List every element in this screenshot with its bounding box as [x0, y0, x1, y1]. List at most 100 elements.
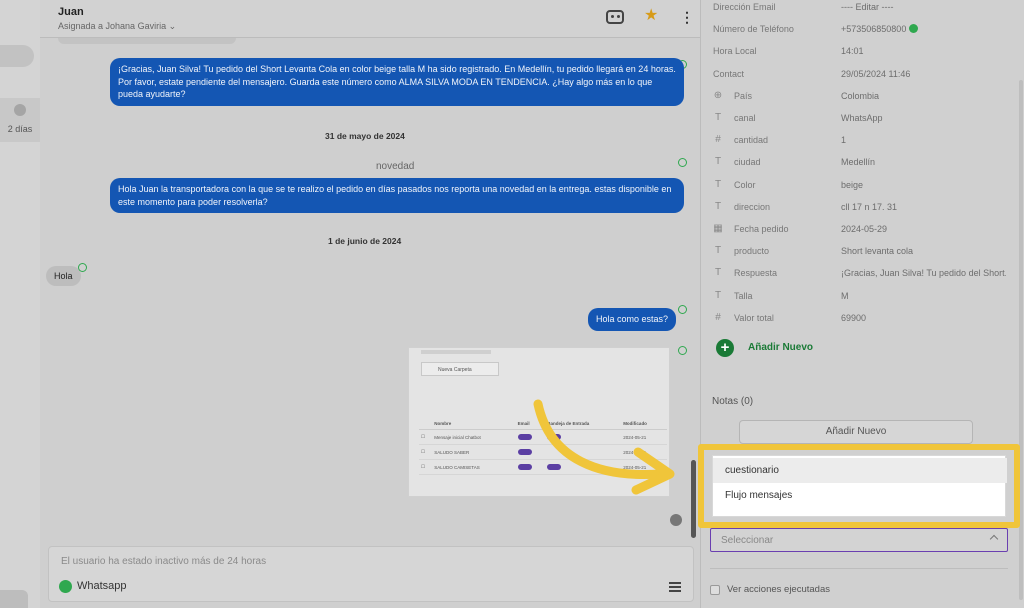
menu-icon[interactable]: [669, 582, 681, 584]
field-label: Número de Teléfono: [713, 24, 794, 35]
field-value[interactable]: beige: [841, 180, 863, 190]
agent-avatar-icon: [670, 514, 682, 526]
field-label: Respuesta: [734, 268, 778, 279]
text-icon: T: [714, 178, 722, 190]
hash-icon: #: [715, 134, 721, 146]
field-value[interactable]: +573506850800: [841, 24, 919, 34]
field-value-text: 69900: [841, 312, 867, 323]
chat-header: Juan Asignada a Johana Gaviria ⌄ ★ ⋮: [40, 0, 700, 38]
contact-field-row[interactable]: Contact 29/05/2024 11:46: [701, 67, 1011, 87]
contact-field-row[interactable]: ▦ Fecha pedido 2024-05-29: [701, 222, 1011, 242]
field-value-text: ¡Gracias, Juan Silva! Tu pedido del Shor…: [841, 268, 1006, 279]
field-label: Fecha pedido: [734, 224, 789, 234]
contact-field-row[interactable]: # Valor total 69900: [701, 311, 1011, 331]
field-value[interactable]: Short levanta cola: [841, 246, 913, 256]
field-value[interactable]: Medellín: [841, 157, 875, 167]
contact-field-row[interactable]: T Respuesta ¡Gracias, Juan Silva! Tu pedid…: [701, 266, 1011, 286]
field-value[interactable]: 29/05/2024 11:46: [841, 69, 910, 79]
add-note-button[interactable]: Añadir Nuevo: [739, 420, 973, 444]
field-label: Contact: [713, 68, 745, 79]
contact-field-row[interactable]: # cantidad 1: [701, 133, 1011, 153]
whatsapp-status-icon: [678, 158, 687, 167]
field-value[interactable]: ---- Editar ----: [841, 2, 894, 12]
verified-check-icon: [909, 24, 919, 34]
field-label: producto: [734, 246, 770, 257]
text-icon: T: [714, 156, 722, 168]
field-value[interactable]: 14:01: [841, 46, 864, 56]
more-options-icon[interactable]: ⋮: [680, 9, 694, 25]
field-label: Color: [734, 179, 756, 190]
image-table-row: ☐ SALUDO CAMISETAS 2024-05-21: [419, 459, 667, 475]
whatsapp-icon: [59, 580, 72, 593]
field-value[interactable]: M: [841, 291, 849, 301]
image-col-header: Bandeja de Entrada: [545, 418, 622, 430]
assigned-agent-dropdown[interactable]: Asignada a Johana Gaviria ⌄: [58, 21, 176, 32]
bot-icon[interactable]: [606, 10, 624, 24]
field-value[interactable]: cll 17 n 17. 31: [841, 202, 897, 212]
whatsapp-status-icon: [678, 305, 687, 314]
field-value-text: 1: [841, 135, 847, 146]
divider: [710, 568, 1008, 569]
field-value-text: WhatsApp: [841, 113, 883, 123]
contact-field-row[interactable]: Número de Teléfono +573506850800: [701, 22, 1011, 42]
contact-field-row[interactable]: Tproducto Short levanta cola: [701, 244, 1011, 264]
field-value-text: cll 17 n 17. 31: [841, 201, 898, 212]
date-separator: 1 de junio de 2024: [328, 236, 402, 246]
contact-field-row[interactable]: Tciudad Medellín: [701, 155, 1011, 175]
contact-field-row[interactable]: ⊕ País Colombia: [701, 89, 1011, 109]
image-message[interactable]: Nueva Carpeta Nombre Email Bandeja de En…: [408, 347, 670, 497]
text-icon: T: [714, 112, 722, 123]
conversation-time: 2 días: [7, 124, 33, 134]
field-label: canal: [734, 113, 756, 123]
contact-field-row[interactable]: Tcanal WhatsApp: [701, 111, 1011, 131]
text-icon: T: [714, 200, 722, 212]
contact-field-row[interactable]: T Color beige: [701, 178, 1011, 198]
field-value[interactable]: ¡Gracias, Juan Silva! Tu pedido del Shor…: [841, 268, 1006, 278]
notes-title: Notas (0): [712, 396, 754, 407]
text-icon: T: [714, 245, 722, 257]
chat-scrollbar[interactable]: [691, 460, 696, 538]
conversation-list-strip: 2 días: [0, 0, 40, 608]
field-value-text: 2024-05-29: [841, 224, 888, 234]
field-value-text: Short levanta cola: [841, 246, 914, 257]
field-value-text: beige: [841, 179, 864, 190]
contact-field-row[interactable]: Tdireccion cll 17 n 17. 31: [701, 200, 1011, 220]
field-value[interactable]: 2024-05-29: [841, 224, 887, 234]
dropdown-option-flujo-mensajes[interactable]: Flujo mensajes: [713, 483, 1007, 508]
contact-field-row[interactable]: Hora Local 14:01: [701, 44, 1011, 64]
star-icon[interactable]: ★: [644, 8, 658, 24]
field-label: País: [734, 90, 753, 101]
outgoing-message: Hola Juan la transportadora con la que s…: [110, 178, 684, 213]
image-breadcrumb: [421, 350, 491, 354]
contact-name: Juan: [58, 6, 84, 18]
flow-select[interactable]: Seleccionar: [710, 528, 1008, 552]
field-value[interactable]: Colombia: [841, 91, 879, 101]
incoming-message: Hola: [46, 266, 81, 286]
outgoing-message: ¡Gracias, Juan Silva! Tu pedido del Shor…: [110, 58, 684, 106]
message-composer[interactable]: El usuario ha estado inactivo más de 24 …: [48, 546, 694, 602]
field-value[interactable]: 69900: [841, 313, 866, 323]
channel-label[interactable]: Whatsapp: [77, 580, 127, 592]
field-value[interactable]: WhatsApp: [841, 113, 883, 123]
image-col-header: Email: [515, 418, 546, 430]
hash-icon: #: [715, 311, 721, 323]
dropdown-option-cuestionario[interactable]: cuestionario: [713, 458, 1007, 483]
globe-icon: ⊕: [713, 89, 723, 101]
contact-field-row[interactable]: Dirección Email ---- Editar ----: [701, 0, 1011, 20]
field-label: Valor total: [734, 312, 774, 323]
message-label: novedad: [376, 161, 415, 172]
executed-actions-checkbox[interactable]: [710, 585, 720, 595]
whatsapp-status-icon: [678, 346, 687, 355]
field-value-text: Medellín: [841, 157, 876, 168]
field-label: Dirección Email: [713, 2, 776, 12]
select-placeholder: Seleccionar: [721, 535, 774, 546]
field-value[interactable]: 1: [841, 135, 846, 145]
outgoing-message: Hola como estas?: [588, 308, 677, 331]
add-field-label: Añadir Nuevo: [748, 342, 814, 353]
field-value-text: 14:01: [841, 46, 864, 57]
search-pill[interactable]: [0, 45, 34, 67]
image-col-header: Nombre: [432, 418, 516, 430]
image-table-row: ☐ Mensaje inicial Chatbot 2024-05-21: [419, 429, 667, 445]
executed-actions-label: Ver acciones ejecutadas: [727, 584, 830, 595]
contact-field-row[interactable]: T Talla M: [701, 289, 1011, 309]
